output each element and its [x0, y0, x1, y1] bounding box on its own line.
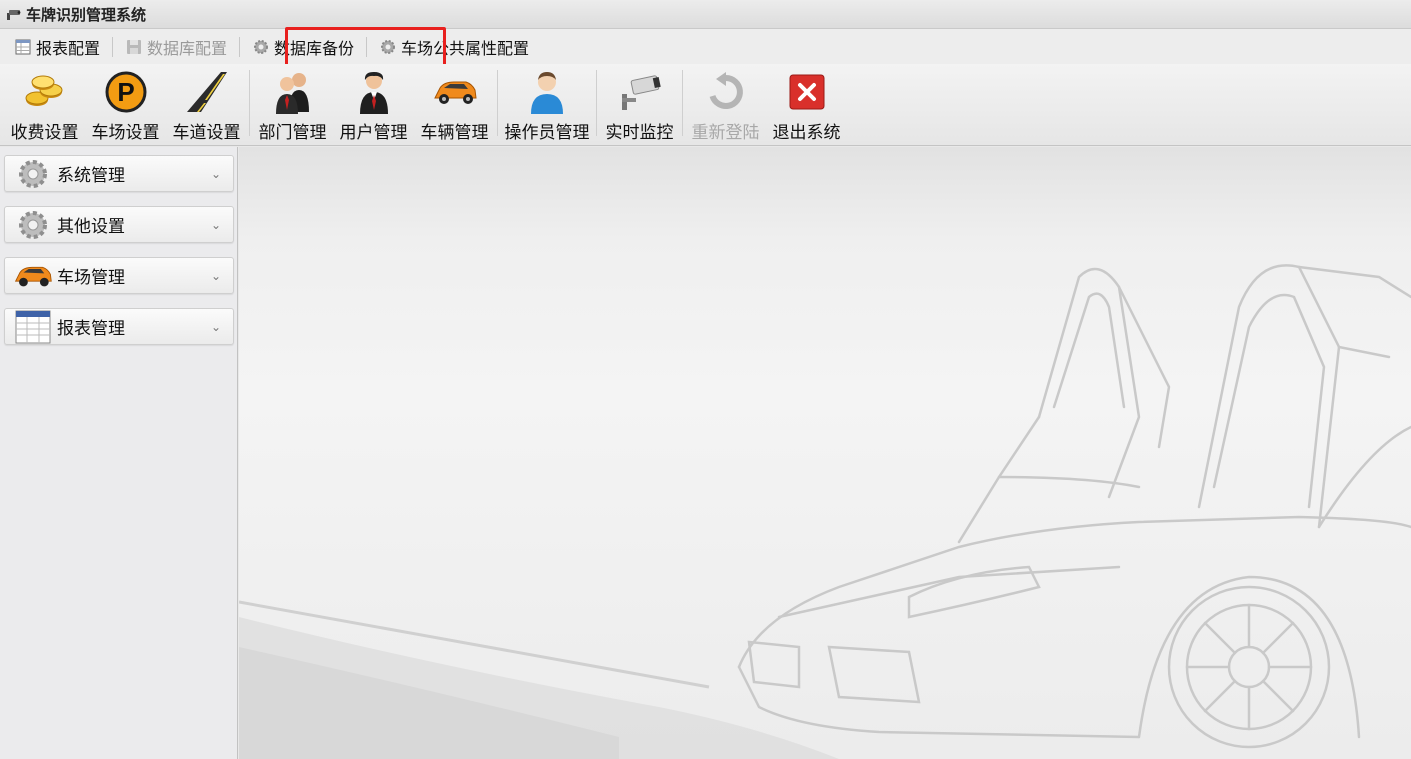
- sidebar-item-system-mgmt[interactable]: 系统管理 ⌄: [4, 155, 234, 192]
- operator-icon: [523, 68, 571, 116]
- car-icon: [431, 68, 479, 116]
- user-mgmt-label: 用户管理: [339, 123, 408, 143]
- window-title: 车牌识别管理系统: [26, 5, 147, 24]
- sidebar-item-label: 报表管理: [57, 319, 125, 339]
- menu-report-config-label: 报表配置: [36, 38, 101, 58]
- menu-separator: [366, 36, 368, 57]
- lot-settings-button[interactable]: P 车场设置: [85, 64, 166, 144]
- sidebar-item-other-settings[interactable]: 其他设置 ⌄: [4, 206, 234, 243]
- menu-separator: [239, 36, 241, 57]
- camera-icon: [7, 10, 21, 20]
- parking-icon: P: [102, 68, 150, 116]
- gear-icon: [252, 38, 270, 56]
- sidebar: 系统管理 ⌄ 其他设置 ⌄ 车场管理 ⌄ 报表管理 ⌄: [0, 147, 238, 759]
- toolbar-separator: [596, 70, 597, 136]
- menu-separator: [112, 36, 114, 57]
- operator-mgmt-button[interactable]: 操作员管理: [500, 64, 594, 144]
- toolbar: 收费设置 P 车场设置 车道设置 部门管理 用户管理 车辆管理 操作员管理 实时…: [0, 64, 1411, 146]
- sidebar-item-lot-mgmt[interactable]: 车场管理 ⌄: [4, 257, 234, 294]
- vehicle-mgmt-label: 车辆管理: [420, 123, 489, 143]
- gear-icon: [13, 157, 53, 191]
- toolbar-separator: [249, 70, 250, 136]
- chevron-down-icon: ⌄: [211, 217, 222, 232]
- svg-text:P: P: [117, 77, 134, 107]
- relogin-button[interactable]: 重新登陆: [685, 64, 766, 144]
- lane-settings-button[interactable]: 车道设置: [166, 64, 247, 144]
- chevron-down-icon: ⌄: [211, 166, 222, 181]
- dept-mgmt-button[interactable]: 部门管理: [252, 64, 333, 144]
- toolbar-separator: [682, 70, 683, 136]
- sidebar-item-report-mgmt[interactable]: 报表管理 ⌄: [4, 308, 234, 345]
- table-icon: [13, 310, 53, 344]
- road-icon: [183, 68, 231, 116]
- report-icon: [14, 38, 32, 56]
- menu-db-config-label: 数据库配置: [147, 38, 228, 58]
- chevron-down-icon: ⌄: [211, 268, 222, 283]
- menu-db-config[interactable]: 数据库配置: [119, 33, 233, 61]
- exit-button[interactable]: 退出系统: [766, 64, 847, 144]
- title-bar: 车牌识别管理系统: [0, 0, 1411, 29]
- toolbar-separator: [497, 70, 498, 136]
- menu-db-backup[interactable]: 数据库备份: [246, 33, 360, 61]
- main-content-area: [239, 147, 1411, 759]
- coins-icon: [21, 68, 69, 116]
- menu-db-backup-label: 数据库备份: [274, 38, 355, 58]
- chevron-down-icon: ⌄: [211, 319, 222, 334]
- relogin-label: 重新登陆: [691, 123, 760, 143]
- dept-mgmt-label: 部门管理: [258, 123, 327, 143]
- sidebar-item-label: 车场管理: [57, 268, 125, 288]
- fee-settings-label: 收费设置: [10, 123, 79, 143]
- menu-report-config[interactable]: 报表配置: [8, 33, 106, 61]
- car-sketch-background-image: [239, 264, 1411, 759]
- user-mgmt-button[interactable]: 用户管理: [333, 64, 414, 144]
- refresh-icon: [702, 68, 750, 116]
- lot-settings-label: 车场设置: [91, 123, 160, 143]
- menu-lot-public-config-label: 车场公共属性配置: [401, 38, 530, 58]
- exit-label: 退出系统: [772, 123, 841, 143]
- menu-lot-public-config[interactable]: 车场公共属性配置: [373, 33, 535, 61]
- menu-bar: 报表配置 数据库配置 数据库备份 车场公共属性配置: [0, 29, 1411, 64]
- lane-settings-label: 车道设置: [172, 123, 241, 143]
- people-icon: [269, 68, 317, 116]
- live-monitor-label: 实时监控: [605, 123, 674, 143]
- operator-mgmt-label: 操作员管理: [504, 123, 590, 143]
- gear-icon: [13, 208, 53, 242]
- user-icon: [350, 68, 398, 116]
- sidebar-item-label: 其他设置: [57, 217, 125, 237]
- gear-icon: [379, 38, 397, 56]
- sidebar-item-label: 系统管理: [57, 166, 125, 186]
- fee-settings-button[interactable]: 收费设置: [4, 64, 85, 144]
- car-icon: [13, 259, 53, 293]
- live-monitor-button[interactable]: 实时监控: [599, 64, 680, 144]
- vehicle-mgmt-button[interactable]: 车辆管理: [414, 64, 495, 144]
- close-icon: [783, 68, 831, 116]
- cctv-camera-icon: [616, 68, 664, 116]
- floppy-icon: [125, 38, 143, 56]
